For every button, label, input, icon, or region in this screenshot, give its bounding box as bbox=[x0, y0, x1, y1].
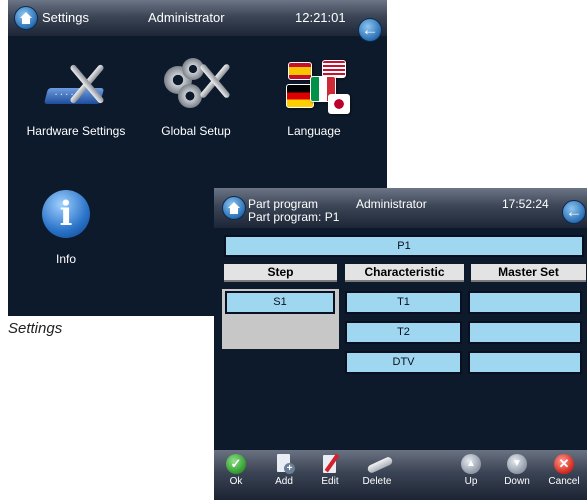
back-arrow-icon[interactable]: ← bbox=[358, 18, 382, 42]
column-header-characteristic: Characteristic bbox=[345, 264, 464, 282]
cancel-label: Cancel bbox=[548, 476, 580, 487]
arrow-down-icon: ▼ bbox=[507, 454, 527, 474]
add-button[interactable]: + Add bbox=[262, 452, 306, 487]
add-label: Add bbox=[275, 476, 293, 487]
characteristic-cell-dtv[interactable]: DTV bbox=[345, 351, 462, 374]
part-program-subtitle: Part program: P1 bbox=[248, 210, 340, 224]
hardware-settings-icon bbox=[43, 58, 108, 114]
action-toolbar: ✓ Ok + Add Edit Delete ▲ Up ▼ Down ✕ Can… bbox=[214, 450, 587, 500]
global-setup-label: Global Setup bbox=[161, 124, 231, 138]
edit-pencil-icon bbox=[320, 453, 340, 474]
settings-user: Administrator bbox=[148, 10, 225, 25]
info-icon: i bbox=[34, 186, 98, 242]
program-name-field[interactable]: P1 bbox=[224, 235, 584, 257]
master-set-cell-3[interactable] bbox=[468, 351, 582, 374]
delete-button[interactable]: Delete bbox=[355, 452, 399, 487]
edit-label: Edit bbox=[321, 476, 339, 487]
step-cell-s1[interactable]: S1 bbox=[225, 291, 335, 314]
back-arrow-icon[interactable]: ← bbox=[562, 200, 586, 224]
characteristic-cell-t1[interactable]: T1 bbox=[345, 291, 462, 314]
master-set-cell-1[interactable] bbox=[468, 291, 582, 314]
arrow-up-icon: ▲ bbox=[461, 454, 481, 474]
edit-button[interactable]: Edit bbox=[308, 452, 352, 487]
check-icon: ✓ bbox=[226, 454, 246, 474]
ok-label: Ok bbox=[229, 476, 243, 487]
settings-clock: 12:21:01 bbox=[295, 10, 346, 25]
add-document-icon: + bbox=[274, 454, 295, 474]
home-icon[interactable] bbox=[222, 196, 246, 220]
info-item[interactable]: i Info bbox=[6, 186, 126, 266]
language-label: Language bbox=[287, 124, 341, 138]
ok-button[interactable]: ✓ Ok bbox=[214, 452, 258, 487]
settings-caption: Settings bbox=[8, 320, 63, 337]
eraser-icon bbox=[366, 454, 394, 475]
global-setup-item[interactable]: Global Setup bbox=[136, 58, 256, 138]
cancel-icon: ✕ bbox=[554, 454, 574, 474]
hardware-settings-label: Hardware Settings bbox=[26, 124, 126, 138]
language-icon bbox=[282, 58, 350, 114]
hardware-settings-item[interactable]: Hardware Settings bbox=[16, 58, 136, 138]
master-set-cell-2[interactable] bbox=[468, 321, 582, 344]
settings-title: Settings bbox=[42, 10, 89, 25]
info-label: Info bbox=[55, 252, 76, 266]
down-label: Down bbox=[504, 476, 530, 487]
up-button[interactable]: ▲ Up bbox=[449, 452, 493, 487]
part-program-title: Part program bbox=[248, 197, 319, 211]
cancel-button[interactable]: ✕ Cancel bbox=[542, 452, 586, 487]
home-icon[interactable] bbox=[14, 6, 38, 30]
column-header-step: Step bbox=[224, 264, 337, 282]
global-setup-icon bbox=[164, 58, 231, 114]
part-program-title-bar: Part program Part program: P1 Administra… bbox=[214, 188, 587, 228]
language-item[interactable]: Language bbox=[254, 58, 374, 138]
part-program-clock: 17:52:24 bbox=[502, 197, 549, 211]
down-button[interactable]: ▼ Down bbox=[495, 452, 539, 487]
part-program-screen: Part program Part program: P1 Administra… bbox=[214, 188, 587, 500]
column-header-master-set: Master Set bbox=[471, 264, 586, 282]
settings-title-bar: Settings Administrator 12:21:01 ← bbox=[8, 0, 387, 42]
delete-label: Delete bbox=[362, 476, 392, 487]
characteristic-cell-t2[interactable]: T2 bbox=[345, 321, 462, 344]
part-program-user: Administrator bbox=[356, 197, 427, 211]
up-label: Up bbox=[464, 476, 478, 487]
